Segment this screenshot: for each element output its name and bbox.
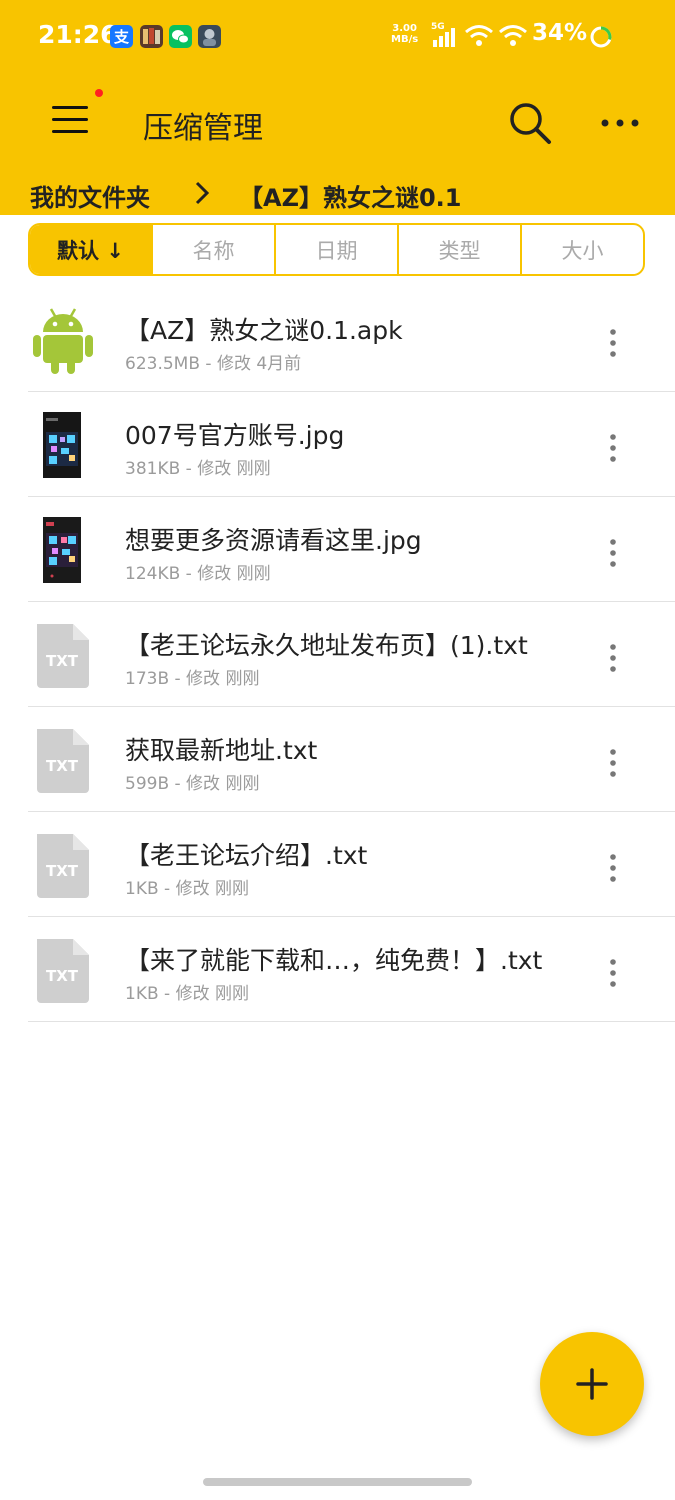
- file-options-button[interactable]: [598, 325, 628, 361]
- plus-icon: [576, 1368, 608, 1400]
- file-options-button[interactable]: [598, 430, 628, 466]
- file-row[interactable]: TXT 【老王论坛永久地址发布页】(1).txt 173B - 修改 刚刚: [0, 602, 675, 707]
- file-row[interactable]: 想要更多资源请看这里.jpg 124KB - 修改 刚刚: [0, 497, 675, 602]
- sort-tab-type[interactable]: 类型: [397, 225, 520, 274]
- breadcrumb-root[interactable]: 我的文件夹: [30, 178, 150, 213]
- file-options-button[interactable]: [598, 640, 628, 676]
- file-name: 【AZ】熟女之谜0.1.apk: [125, 316, 403, 345]
- file-name: 007号官方账号.jpg: [125, 421, 345, 450]
- breadcrumb: 我的文件夹 【AZ】熟女之谜0.1: [0, 172, 675, 214]
- cellular-signal-icon: 5G: [431, 22, 459, 52]
- more-options-button[interactable]: [597, 108, 645, 138]
- more-vertical-icon: [610, 539, 616, 567]
- txt-badge: TXT: [45, 652, 79, 670]
- file-meta: 173B - 修改 刚刚: [125, 669, 260, 689]
- txt-badge: TXT: [45, 862, 79, 880]
- more-vertical-icon: [610, 749, 616, 777]
- file-meta: 1KB - 修改 刚刚: [125, 984, 249, 1004]
- file-meta: 381KB - 修改 刚刚: [125, 459, 271, 479]
- battery-percent: 34%: [532, 20, 588, 46]
- status-bar: 21:26 支 3.00 MB/s 5G 34%: [0, 0, 675, 72]
- file-meta: 599B - 修改 刚刚: [125, 774, 260, 794]
- more-vertical-icon: [610, 329, 616, 357]
- file-options-button[interactable]: [598, 535, 628, 571]
- more-vertical-icon: [610, 434, 616, 462]
- file-name: 【老王论坛永久地址发布页】(1).txt: [125, 631, 528, 660]
- file-row[interactable]: TXT 获取最新地址.txt 599B - 修改 刚刚: [0, 707, 675, 812]
- network-speed: 3.00 MB/s: [391, 23, 418, 45]
- add-button[interactable]: [540, 1332, 644, 1436]
- txt-file-icon: TXT: [31, 620, 95, 690]
- app-bar: 21:26 支 3.00 MB/s 5G 34% 压缩管理 我的文件夹 【AZ】…: [0, 0, 675, 215]
- network-type: 5G: [431, 22, 445, 32]
- file-name: 获取最新地址.txt: [125, 736, 318, 765]
- image-thumbnail: [31, 410, 95, 480]
- more-horizontal-icon: [601, 119, 639, 127]
- sort-tab-name[interactable]: 名称: [151, 225, 274, 274]
- alipay-notification-icon: 支: [110, 25, 133, 48]
- file-row[interactable]: TXT 【老王论坛介绍】.txt 1KB - 修改 刚刚: [0, 812, 675, 917]
- sort-tabs: 默认 ↓ 名称 日期 类型 大小: [28, 223, 645, 276]
- txt-file-icon: TXT: [31, 830, 95, 900]
- sort-tab-default[interactable]: 默认 ↓: [30, 225, 151, 274]
- search-icon: [510, 103, 551, 144]
- sort-tab-size[interactable]: 大小: [520, 225, 643, 274]
- file-row[interactable]: TXT 【来了就能下载和…，纯免费！】.txt 1KB - 修改 刚刚: [0, 917, 675, 1022]
- svg-text:支: 支: [113, 28, 130, 46]
- file-row[interactable]: 007号官方账号.jpg 381KB - 修改 刚刚: [0, 392, 675, 497]
- network-speed-unit: MB/s: [391, 34, 419, 45]
- image-thumbnail: [31, 515, 95, 585]
- file-name: 想要更多资源请看这里.jpg: [125, 526, 422, 555]
- breadcrumb-current[interactable]: 【AZ】熟女之谜0.1: [239, 178, 462, 213]
- battery-ring-icon: [589, 25, 613, 53]
- file-meta: 124KB - 修改 刚刚: [125, 564, 271, 584]
- txt-badge: TXT: [45, 967, 79, 985]
- more-vertical-icon: [610, 644, 616, 672]
- file-list: 【AZ】熟女之谜0.1.apk 623.5MB - 修改 4月前 007号官方账…: [0, 287, 675, 1022]
- wechat-notification-icon: [169, 25, 192, 48]
- file-name: 【老王论坛介绍】.txt: [125, 841, 368, 870]
- file-options-button[interactable]: [598, 745, 628, 781]
- android-apk-icon: [31, 305, 95, 375]
- wifi-icon: [464, 24, 494, 52]
- row-divider: [28, 1021, 675, 1022]
- txt-file-icon: TXT: [31, 725, 95, 795]
- sort-tab-date[interactable]: 日期: [274, 225, 397, 274]
- file-options-button[interactable]: [598, 850, 628, 886]
- wifi-icon-2: [498, 24, 528, 52]
- search-button[interactable]: [506, 99, 554, 147]
- status-time: 21:26: [38, 20, 118, 49]
- file-row[interactable]: 【AZ】熟女之谜0.1.apk 623.5MB - 修改 4月前: [0, 287, 675, 392]
- game2-notification-icon: [198, 25, 221, 48]
- file-meta: 623.5MB - 修改 4月前: [125, 354, 302, 374]
- menu-button[interactable]: [48, 100, 92, 140]
- game-notification-icon: [140, 25, 163, 48]
- home-indicator[interactable]: [203, 1478, 472, 1486]
- txt-file-icon: TXT: [31, 935, 95, 1005]
- file-name: 【来了就能下载和…，纯免费！】.txt: [125, 946, 543, 975]
- txt-badge: TXT: [45, 757, 79, 775]
- page-title: 压缩管理: [143, 111, 263, 146]
- more-vertical-icon: [610, 854, 616, 882]
- file-options-button[interactable]: [598, 955, 628, 991]
- network-speed-value: 3.00: [392, 23, 417, 34]
- notification-dot: [95, 89, 103, 97]
- more-vertical-icon: [610, 959, 616, 987]
- file-meta: 1KB - 修改 刚刚: [125, 879, 249, 899]
- chevron-right-icon: [193, 180, 211, 210]
